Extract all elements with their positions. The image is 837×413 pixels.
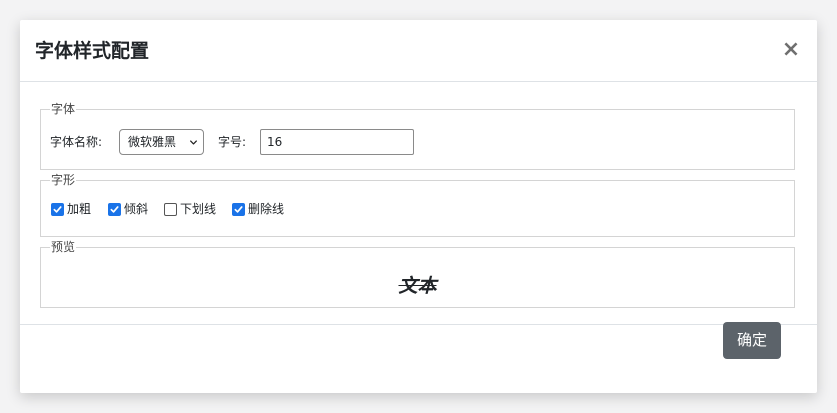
bold-checkbox-item[interactable]: 加粗 — [51, 201, 91, 217]
font-name-label: 字体名称: — [50, 135, 103, 149]
bold-label: 加粗 — [67, 202, 92, 216]
font-name-value: 微软雅黑 — [128, 135, 177, 149]
dialog-body: 字体 字体名称: 微软雅黑 字号: 16 字形 加粗 倾斜 下划线 删除线 预览… — [20, 82, 817, 325]
preview-fieldset: 预览 文本 — [40, 240, 795, 308]
font-size-label: 字号: — [218, 135, 247, 149]
checkmark-icon — [110, 205, 119, 213]
close-icon: × — [781, 37, 801, 62]
italic-checkbox[interactable] — [108, 202, 121, 216]
close-button[interactable]: × — [781, 37, 801, 63]
strikethrough-checkbox[interactable] — [232, 202, 245, 216]
italic-label: 倾斜 — [124, 202, 149, 216]
checkmark-icon — [234, 205, 243, 213]
dialog-title: 字体样式配置 — [35, 40, 150, 62]
font-size-input[interactable]: 16 — [260, 129, 414, 155]
chevron-down-icon — [190, 140, 197, 145]
dialog-header: 字体样式配置 × — [20, 20, 817, 82]
strikethrough-label: 删除线 — [248, 202, 285, 216]
preview-sample-text: 文本 — [398, 275, 437, 297]
preview-legend: 预览 — [51, 240, 76, 254]
italic-checkbox-item[interactable]: 倾斜 — [108, 201, 148, 217]
font-name-select[interactable]: 微软雅黑 — [119, 129, 204, 155]
font-style-dialog: 字体样式配置 × 字体 字体名称: 微软雅黑 字号: 16 字形 加粗 倾斜 下… — [20, 20, 817, 393]
style-legend: 字形 — [51, 173, 76, 187]
underline-checkbox[interactable] — [164, 202, 177, 216]
checkmark-icon — [53, 205, 62, 213]
font-legend: 字体 — [51, 102, 76, 116]
font-fieldset: 字体 字体名称: 微软雅黑 字号: 16 — [40, 102, 795, 170]
confirm-button[interactable]: 确定 — [723, 322, 781, 359]
style-fieldset: 字形 加粗 倾斜 下划线 删除线 — [40, 173, 795, 237]
bold-checkbox[interactable] — [51, 202, 64, 216]
strikethrough-checkbox-item[interactable]: 删除线 — [232, 201, 284, 217]
underline-label: 下划线 — [180, 202, 217, 216]
underline-checkbox-item[interactable]: 下划线 — [164, 201, 216, 217]
